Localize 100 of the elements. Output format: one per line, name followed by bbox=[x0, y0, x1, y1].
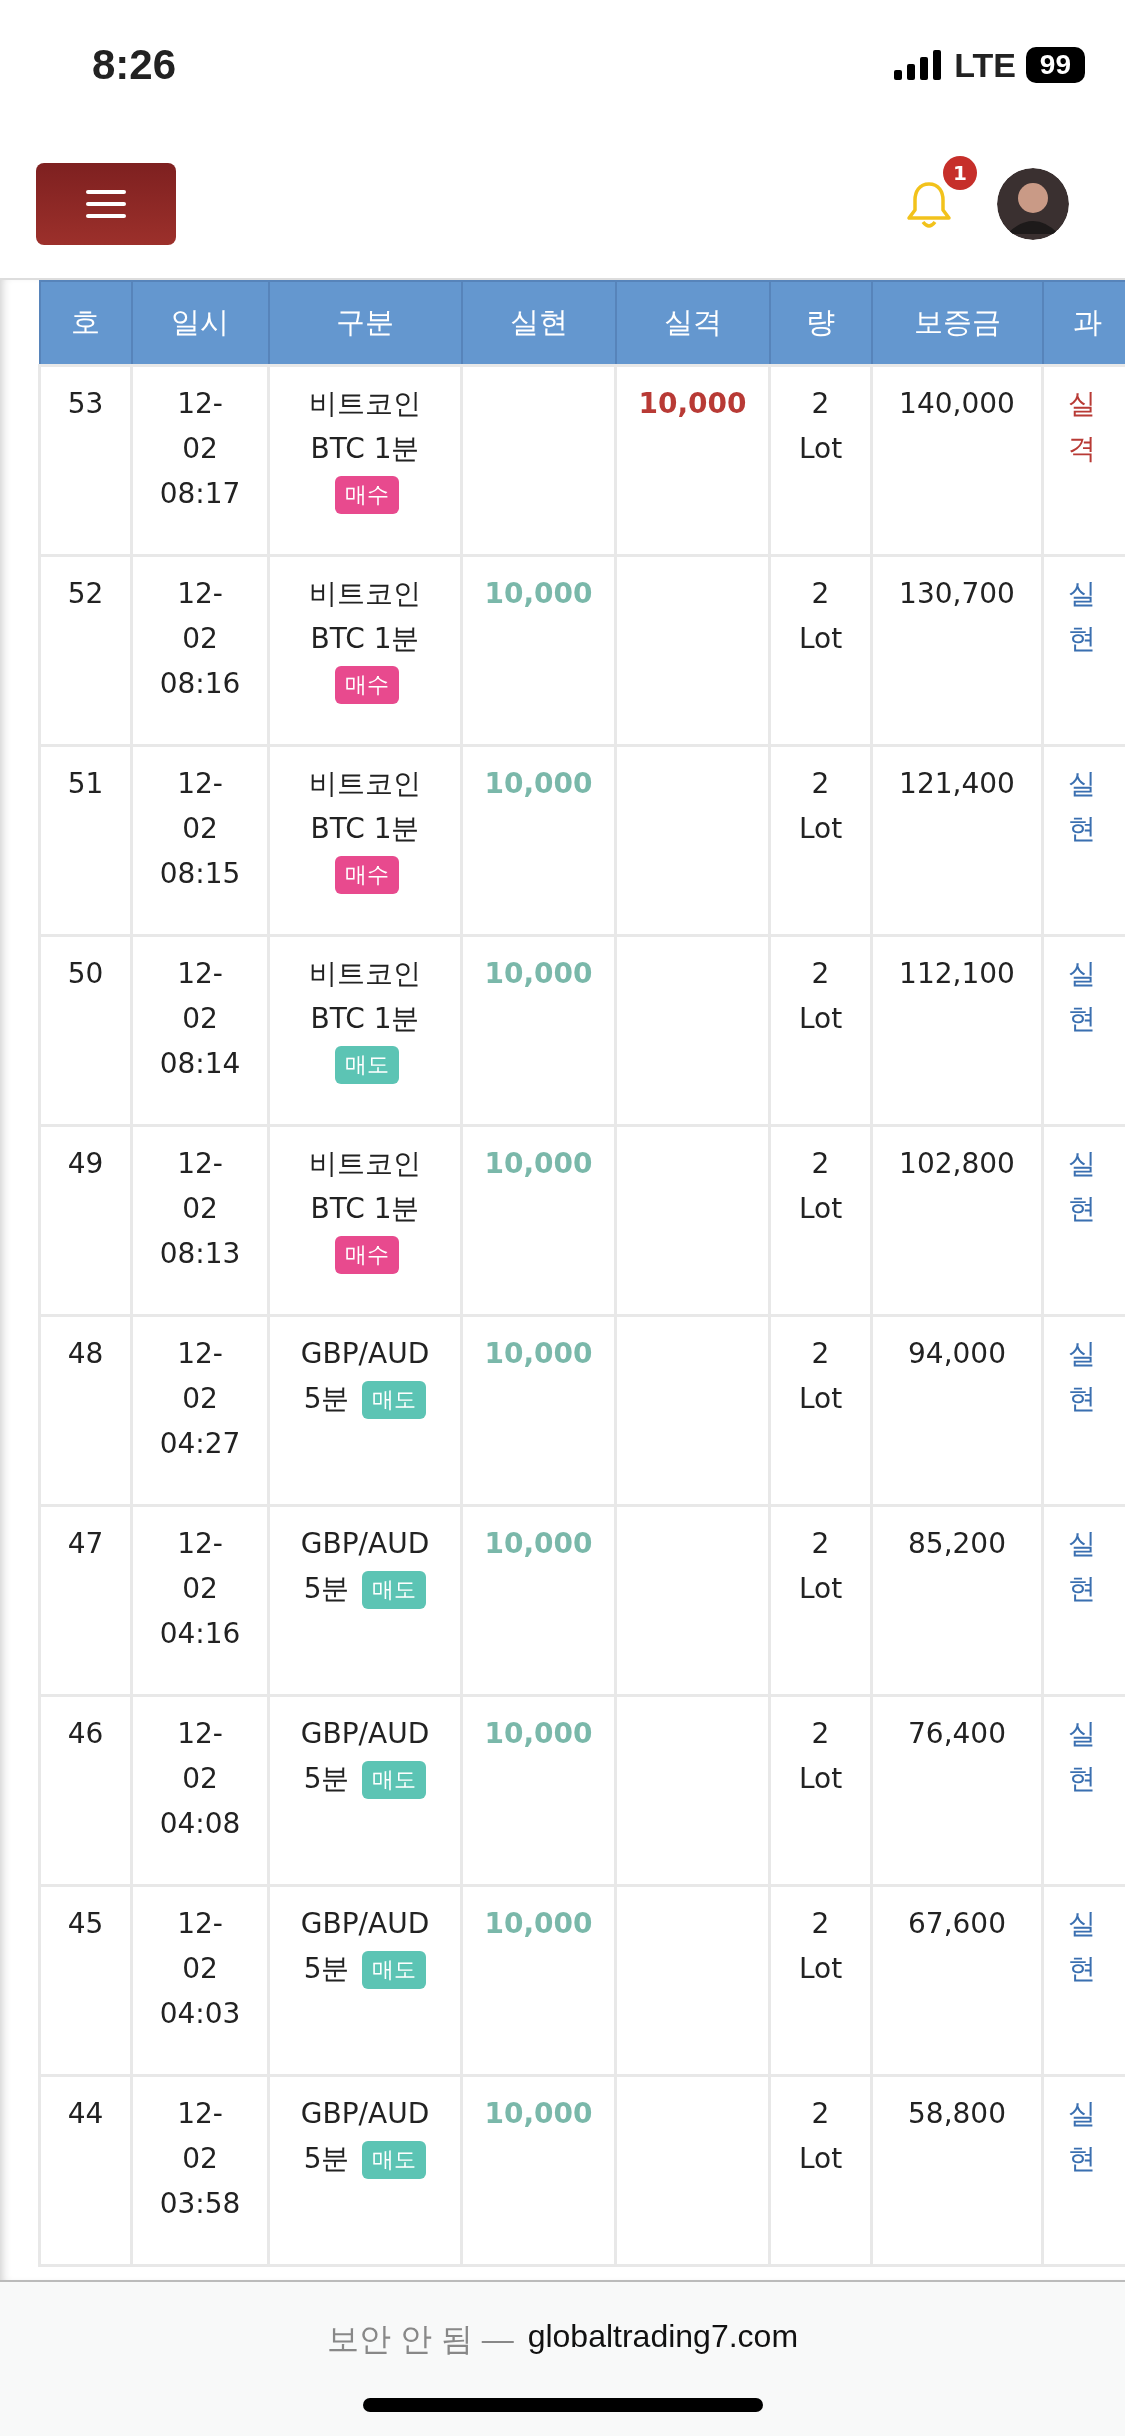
table-cell: 2 Lot bbox=[769, 1695, 872, 1886]
instrument-name: 비트코인 bbox=[308, 1146, 422, 1182]
table-cell: 12- 02 04:16 bbox=[131, 1505, 269, 1696]
instrument-name: GBP/AUD bbox=[299, 1526, 431, 1562]
table-cell: 2 Lot bbox=[769, 1315, 872, 1506]
realized-amount: 10,000 bbox=[484, 1907, 593, 1940]
realized-amount: 10,000 bbox=[484, 1337, 593, 1370]
table-cell: 2 Lot bbox=[769, 2075, 872, 2266]
result-label: 실현 bbox=[1068, 2096, 1096, 2177]
instrument-name: GBP/AUD bbox=[299, 1716, 431, 1752]
url-text[interactable]: globaltrading7.com bbox=[527, 2318, 799, 2362]
result-label: 실현 bbox=[1068, 1146, 1096, 1227]
menu-icon bbox=[86, 190, 126, 218]
instrument-name: GBP/AUD bbox=[299, 1906, 431, 1942]
column-header: 호 bbox=[39, 281, 132, 366]
table-cell: 53 bbox=[39, 365, 132, 556]
table-cell: 48 bbox=[39, 1315, 132, 1506]
instrument-name: GBP/AUD bbox=[299, 1336, 431, 1372]
column-header: 과 bbox=[1042, 281, 1125, 366]
table-cell: 2 Lot bbox=[769, 935, 872, 1126]
realized-amount: 10,000 bbox=[484, 767, 593, 800]
table-cell: 2 Lot bbox=[769, 1885, 872, 2076]
side-tag: 매수 bbox=[335, 1236, 399, 1274]
timeframe: 5분 bbox=[303, 1382, 350, 1415]
realized-amount: 10,000 bbox=[484, 957, 593, 990]
side-tag: 매도 bbox=[362, 2141, 427, 2179]
column-header: 구분 bbox=[268, 281, 462, 366]
column-header: 량 bbox=[769, 281, 872, 366]
side-tag: 매도 bbox=[362, 1761, 427, 1799]
table-cell: 12- 02 08:17 bbox=[131, 365, 269, 556]
result-label: 실현 bbox=[1068, 1906, 1096, 1987]
timeframe: BTC 1분 bbox=[310, 812, 420, 845]
timeframe: 5분 bbox=[303, 2142, 350, 2175]
security-warning: 보안 안 됨 — bbox=[326, 2320, 514, 2359]
avatar[interactable] bbox=[997, 168, 1069, 240]
instrument-name: 비트코인 bbox=[308, 386, 422, 422]
side-tag: 매수 bbox=[335, 666, 399, 704]
realized-amount: 10,000 bbox=[484, 1717, 593, 1750]
table-cell: 12- 02 04:03 bbox=[131, 1885, 269, 2076]
table-cell: 12- 02 08:13 bbox=[131, 1125, 269, 1316]
clock: 8:26 bbox=[92, 41, 177, 89]
instrument-name: 비트코인 bbox=[308, 766, 422, 802]
side-tag: 매도 bbox=[362, 1571, 427, 1609]
timeframe: BTC 1분 bbox=[310, 1192, 420, 1225]
table-cell: 130,700 bbox=[871, 555, 1043, 746]
column-header: 일시 bbox=[131, 281, 269, 366]
table-cell: 12- 02 08:15 bbox=[131, 745, 269, 936]
table-cell: 47 bbox=[39, 1505, 132, 1696]
table-cell: 121,400 bbox=[871, 745, 1043, 936]
table-cell: 46 bbox=[39, 1695, 132, 1886]
table-cell: 102,800 bbox=[871, 1125, 1043, 1316]
battery-level: 99 bbox=[1025, 47, 1085, 83]
table-cell: 51 bbox=[39, 745, 132, 936]
instrument-name: 비트코인 bbox=[308, 576, 422, 612]
column-header: 보증금 bbox=[871, 281, 1043, 366]
side-tag: 매도 bbox=[362, 1381, 427, 1419]
result-label: 실현 bbox=[1068, 1526, 1096, 1607]
table-cell: 12- 02 04:08 bbox=[131, 1695, 269, 1886]
column-header: 실격 bbox=[615, 281, 770, 366]
notification-count: 1 bbox=[943, 156, 977, 190]
lost-amount: 10,000 bbox=[638, 387, 747, 420]
instrument-name: 비트코인 bbox=[308, 956, 422, 992]
table-cell: 12- 02 03:58 bbox=[131, 2075, 269, 2266]
result-label: 실현 bbox=[1068, 1336, 1096, 1417]
result-label: 실격 bbox=[1068, 386, 1096, 467]
timeframe: BTC 1분 bbox=[310, 1002, 420, 1035]
table-cell: 2 Lot bbox=[769, 365, 872, 556]
side-tag: 매도 bbox=[362, 1951, 427, 1989]
table-cell: 12- 02 08:14 bbox=[131, 935, 269, 1126]
realized-amount: 10,000 bbox=[484, 577, 593, 610]
table-cell: 67,600 bbox=[871, 1885, 1043, 2076]
timeframe: BTC 1분 bbox=[310, 622, 420, 655]
result-label: 실현 bbox=[1068, 766, 1096, 847]
realized-amount: 10,000 bbox=[484, 1147, 593, 1180]
table-cell: 2 Lot bbox=[769, 1125, 872, 1316]
result-label: 실현 bbox=[1068, 576, 1096, 657]
menu-button[interactable] bbox=[36, 163, 176, 245]
table-cell: 2 Lot bbox=[769, 555, 872, 746]
table-cell: 140,000 bbox=[871, 365, 1043, 556]
table-cell: 12- 02 08:16 bbox=[131, 555, 269, 746]
timeframe: BTC 1분 bbox=[310, 432, 420, 465]
table-cell: 58,800 bbox=[871, 2075, 1043, 2266]
table-cell: 85,200 bbox=[871, 1505, 1043, 1696]
table-cell: 50 bbox=[39, 935, 132, 1126]
table-cell: 76,400 bbox=[871, 1695, 1043, 1886]
realized-amount: 10,000 bbox=[484, 2097, 593, 2130]
table-cell: 94,000 bbox=[871, 1315, 1043, 1506]
result-label: 실현 bbox=[1068, 956, 1096, 1037]
table-cell: 45 bbox=[39, 1885, 132, 2076]
side-tag: 매도 bbox=[335, 1046, 399, 1084]
instrument-name: GBP/AUD bbox=[299, 2096, 431, 2132]
table-cell: 12- 02 04:27 bbox=[131, 1315, 269, 1506]
result-label: 실현 bbox=[1068, 1716, 1096, 1797]
column-header: 실현 bbox=[461, 281, 616, 366]
table-cell: 112,100 bbox=[871, 935, 1043, 1126]
table-cell: 2 Lot bbox=[769, 745, 872, 936]
timeframe: 5분 bbox=[303, 1952, 350, 1985]
table-cell: 52 bbox=[39, 555, 132, 746]
table-cell: 49 bbox=[39, 1125, 132, 1316]
table-cell: 2 Lot bbox=[769, 1505, 872, 1696]
